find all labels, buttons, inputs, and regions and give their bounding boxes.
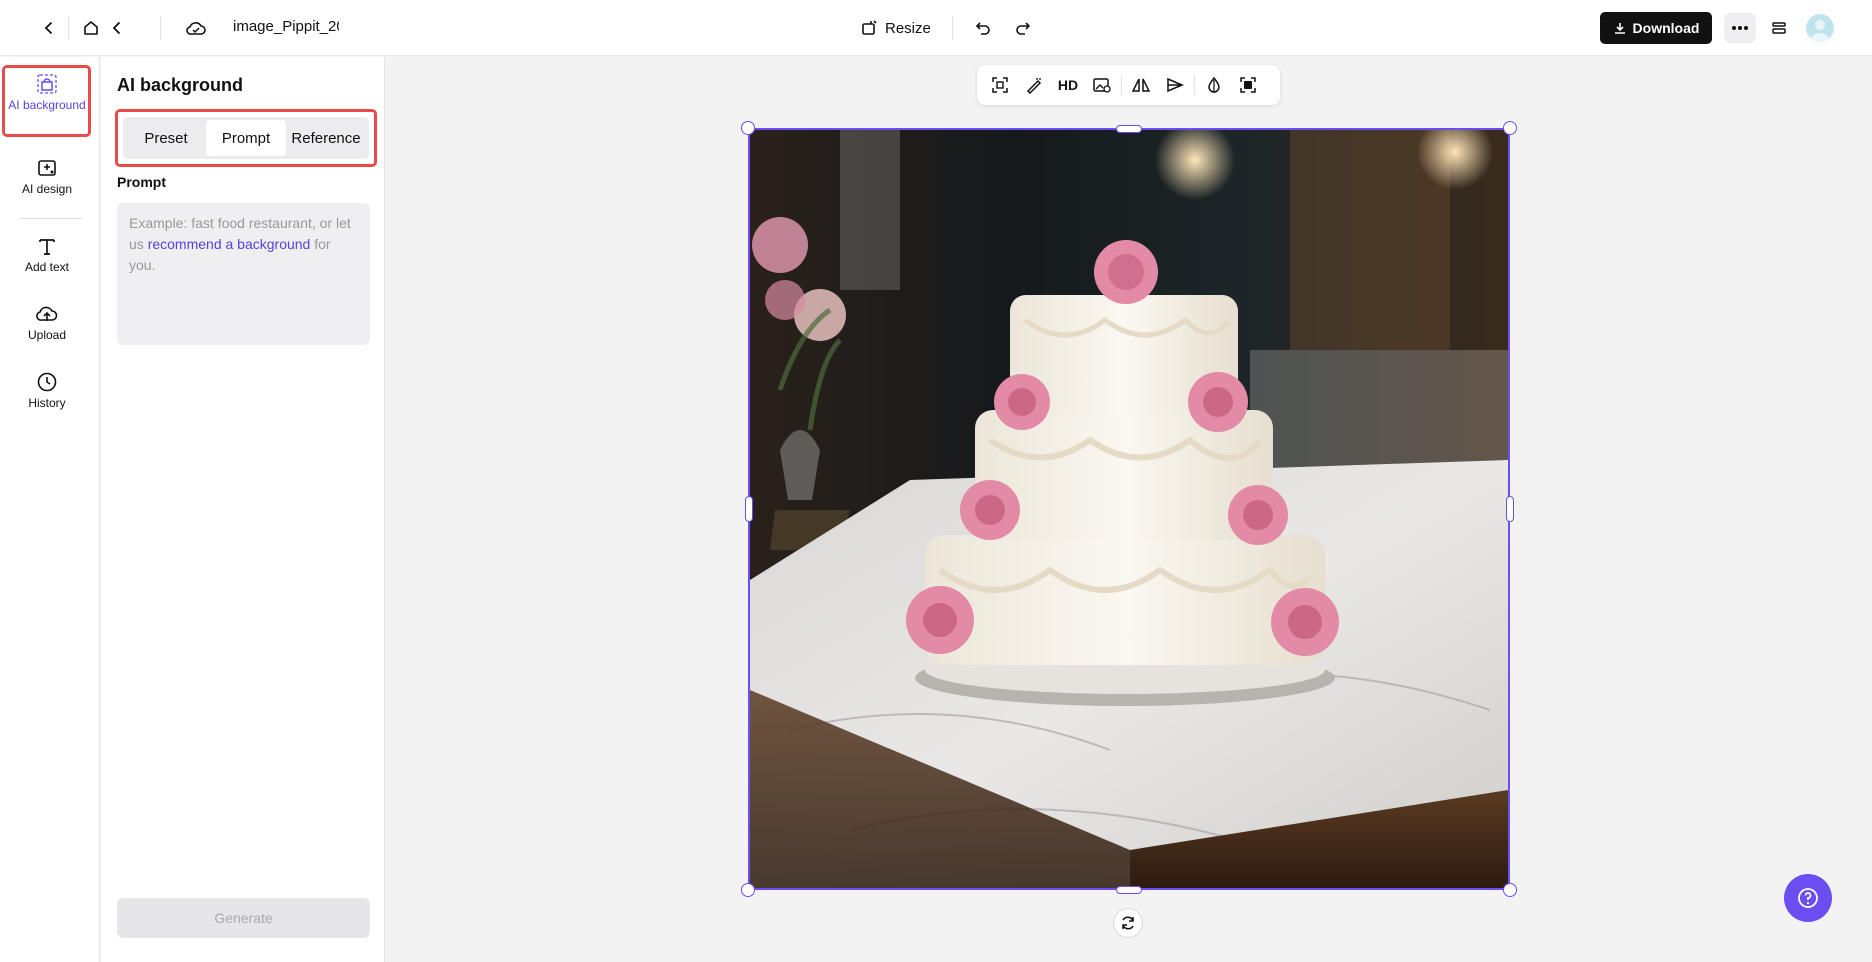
flip-icon[interactable] [1124, 70, 1158, 100]
upload-cloud-icon [35, 303, 59, 325]
cutout-icon[interactable] [983, 70, 1017, 100]
rail-item-add-text[interactable]: Add text [4, 235, 90, 275]
mode-tabs: Preset Prompt Reference [115, 109, 377, 167]
magic-eraser-icon[interactable] [1017, 70, 1051, 100]
divider [1121, 75, 1122, 95]
rail-item-ai-background[interactable]: AI background [4, 73, 90, 113]
left-rail: AI background AI design Add text Upload … [0, 57, 100, 962]
top-bar: image_Pippit_20 Resize Download [0, 0, 1872, 56]
send-icon[interactable] [1158, 70, 1192, 100]
help-icon [1796, 886, 1820, 910]
tab-prompt[interactable]: Prompt [206, 120, 286, 156]
cloud-saved-icon[interactable] [183, 15, 209, 41]
image-toolbar: HD [977, 65, 1280, 105]
resize-handle-bottom[interactable] [1116, 886, 1142, 894]
resize-handle-right[interactable] [1506, 496, 1514, 522]
layers-icon[interactable] [1766, 15, 1792, 41]
recommend-background-link[interactable]: recommend a background [148, 236, 311, 252]
rotate-icon [1120, 915, 1136, 931]
rail-label: History [28, 396, 66, 410]
hd-upscale-button[interactable]: HD [1051, 70, 1085, 100]
prompt-input[interactable]: Example: fast food restaurant, or let us… [117, 203, 370, 345]
crop-select-icon[interactable] [1231, 70, 1265, 100]
divider [160, 16, 161, 40]
resize-handle-bottom-left[interactable] [741, 883, 755, 897]
more-icon [1731, 25, 1749, 31]
ai-design-icon [36, 157, 58, 179]
file-name[interactable]: image_Pippit_20 [233, 18, 339, 35]
avatar[interactable] [1806, 14, 1834, 42]
tab-preset[interactable]: Preset [126, 120, 206, 156]
canvas-image[interactable] [748, 128, 1510, 890]
rail-label: Upload [27, 328, 67, 342]
resize-label: Resize [885, 19, 931, 37]
resize-handle-bottom-right[interactable] [1503, 883, 1517, 897]
rail-item-history[interactable]: History [4, 371, 90, 411]
rail-label: AI design [21, 182, 73, 196]
rail-item-upload[interactable]: Upload [4, 303, 90, 343]
more-options-button[interactable] [1724, 13, 1756, 43]
cake-photo [750, 130, 1508, 888]
rotate-button[interactable] [1113, 908, 1143, 938]
home-icon[interactable] [78, 15, 104, 41]
text-icon [36, 235, 58, 257]
download-label: Download [1632, 20, 1700, 36]
opacity-icon[interactable] [1197, 70, 1231, 100]
rail-label: Add text [24, 260, 70, 274]
clock-icon [36, 371, 58, 393]
help-button[interactable] [1784, 874, 1832, 922]
rail-item-ai-design[interactable]: AI design [4, 157, 90, 197]
prompt-label: Prompt [117, 174, 166, 190]
image-replace-icon[interactable] [1085, 70, 1119, 100]
resize-handle-left[interactable] [745, 496, 753, 522]
download-button[interactable]: Download [1600, 12, 1712, 44]
divider [68, 16, 69, 40]
generate-button[interactable]: Generate [117, 898, 370, 938]
panel-title: AI background [117, 75, 244, 95]
resize-button[interactable]: Resize [860, 14, 931, 42]
download-icon [1613, 21, 1627, 35]
rail-label: AI background [8, 98, 86, 112]
back-icon[interactable] [36, 15, 62, 41]
divider [952, 16, 953, 40]
resize-handle-top[interactable] [1116, 125, 1142, 133]
resize-handle-top-left[interactable] [741, 121, 755, 135]
resize-handle-top-right[interactable] [1503, 121, 1517, 135]
tab-reference[interactable]: Reference [286, 120, 366, 156]
undo-icon[interactable] [970, 15, 996, 41]
ai-background-panel: AI background Preset Prompt Reference Pr… [101, 57, 385, 962]
ai-background-icon [36, 73, 58, 95]
redo-icon[interactable] [1010, 15, 1036, 41]
resize-icon [860, 19, 878, 37]
divider [20, 218, 82, 219]
chevron-left-icon[interactable] [104, 15, 130, 41]
divider [1194, 75, 1195, 95]
